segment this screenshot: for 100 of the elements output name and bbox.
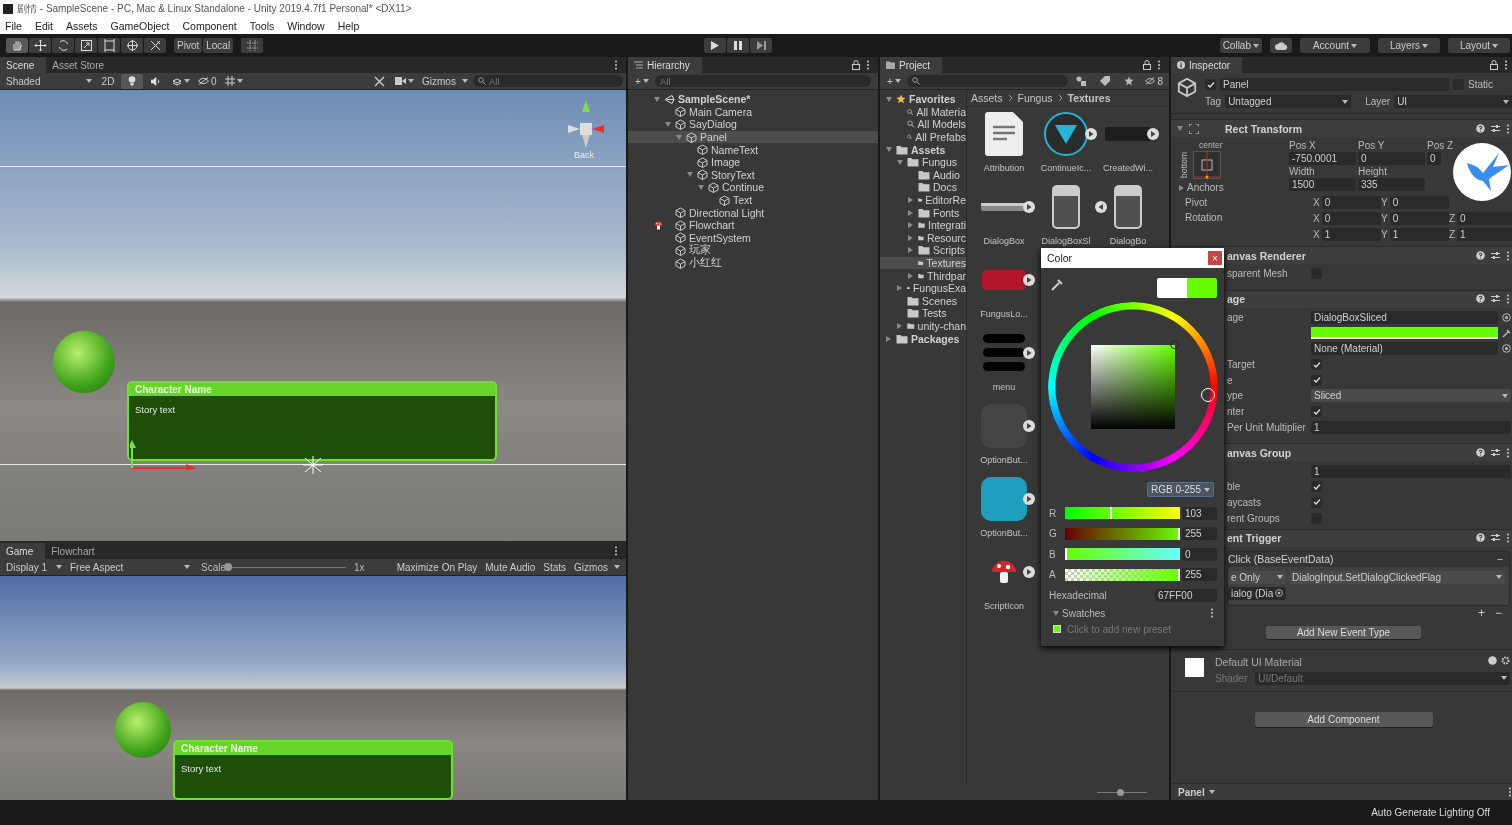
scene-object-row[interactable]: SampleScene* [628,93,878,106]
grid-snap-button[interactable] [241,38,264,53]
more-menu-icon[interactable] [1506,294,1510,305]
project-folder[interactable]: Packages [880,332,966,345]
asset-label[interactable]: OptionBut... [980,455,1028,465]
foldout-arrow-icon[interactable] [653,96,660,102]
scene-object-row[interactable]: NameText [628,143,878,156]
create-dropdown[interactable]: + [631,73,653,89]
scene-object-row[interactable]: EventSystem [628,231,878,245]
number-field[interactable]: -750.0001 [1289,152,1356,165]
tool-button[interactable] [29,38,51,53]
sliders-icon[interactable] [1491,533,1500,543]
asset-label[interactable]: OptionBut... [980,528,1028,538]
target-icon[interactable] [1502,313,1511,323]
more-menu-icon[interactable] [1504,60,1508,70]
remove-entry-button[interactable]: − [1496,553,1503,566]
pause-button[interactable] [727,38,750,53]
sliders-icon[interactable] [1491,447,1500,457]
tool-button[interactable] [6,38,28,53]
help-icon[interactable] [1476,294,1485,304]
remove-button[interactable]: − [1495,605,1502,620]
scene-object-row[interactable]: Panel [628,130,878,144]
aspect-dropdown[interactable]: Free Aspect [67,560,193,574]
foldout-arrow-icon[interactable] [686,172,693,178]
foldout-arrow-icon[interactable] [675,134,682,140]
scene-object-row[interactable]: Continue [628,181,878,194]
play-button[interactable] [704,38,727,53]
slider-thumb[interactable] [224,563,232,571]
layout-button[interactable]: Layout [1448,38,1510,53]
scene-object-row[interactable]: 小红红 [628,256,878,270]
space-button[interactable]: Local [203,38,234,53]
tool-button[interactable] [98,38,120,53]
menu-item[interactable]: File [5,19,22,32]
help-icon[interactable] [1476,123,1485,133]
checkbox[interactable] [1205,79,1216,90]
add-new-event-type-button[interactable]: Add New Event Type [1266,625,1421,639]
more-menu-icon[interactable] [1157,60,1161,70]
number-field[interactable]: 103 [1182,506,1217,520]
step-button[interactable] [750,38,773,53]
help-icon[interactable] [1488,655,1497,665]
foldout-arrow-icon[interactable] [664,122,671,127]
number-field[interactable]: 1 [1321,228,1381,241]
project-folder[interactable]: Resourc [880,231,966,245]
eyedropper-icon[interactable] [1051,278,1064,291]
checkbox[interactable] [1311,496,1322,508]
tool-button[interactable] [52,38,74,53]
saturation-value-square[interactable] [1091,345,1175,429]
foldout-arrow-icon[interactable] [886,335,891,342]
project-folder[interactable]: Thirdpar [880,269,966,282]
shading-dropdown[interactable]: Shaded [3,74,95,88]
foldout-arrow-icon[interactable] [885,147,892,153]
channel-slider[interactable] [1065,568,1180,581]
project-folder[interactable]: Favorites [880,93,966,106]
asset-label[interactable]: CreatedWi... [1103,163,1153,173]
project-folder[interactable]: Docs [880,181,966,194]
dropdown[interactable]: Sliced [1311,389,1511,403]
channel-slider[interactable] [1065,548,1180,561]
project-folder[interactable]: unity-chan [880,319,966,333]
panel-tab[interactable]: Asset Store [46,57,117,73]
number-field[interactable]: 1 [1457,228,1512,241]
more-menu-icon[interactable] [1506,250,1510,261]
zoom-slider[interactable] [1097,788,1147,796]
lighting-toggle[interactable] [121,73,143,89]
menu-item[interactable]: Assets [66,19,98,32]
more-menu-icon[interactable] [614,60,618,70]
tool-button[interactable] [75,38,97,53]
number-field[interactable]: 1 [1311,420,1511,434]
project-folder[interactable]: FungusExa [880,281,966,295]
project-folder[interactable]: All Prefabs [880,130,966,144]
slider-thumb[interactable] [1116,788,1124,796]
tool-button[interactable] [121,38,143,53]
target-icon[interactable] [1502,344,1511,354]
foldout-arrow-icon[interactable] [908,222,913,229]
number-field[interactable]: 0 [1427,152,1441,165]
color-field[interactable] [1311,327,1498,340]
number-field[interactable]: 255 [1182,527,1217,541]
name-field[interactable]: Panel [1220,78,1449,91]
swatches-foldout[interactable]: Swatches [1053,607,1106,619]
asset-label[interactable]: ContinueIc... [1040,163,1092,173]
project-folder[interactable]: Scenes [880,294,966,308]
checkbox[interactable] [1311,374,1322,386]
asset-label[interactable]: DialogBoxSl [1041,236,1091,246]
preview-dropdown[interactable]: Panel [1175,785,1218,799]
number-field[interactable]: 335 [1358,178,1425,191]
tool-button[interactable] [144,38,166,53]
asset-label[interactable]: Attribution [983,163,1025,173]
asset-label[interactable]: ScriptIcon [984,601,1024,611]
hidden-packages-toggle[interactable]: 8 [1142,73,1166,89]
number-field[interactable]: 0 [1389,196,1449,209]
project-folder[interactable]: All Models [880,118,966,131]
eyedropper-icon[interactable] [1502,328,1511,338]
breadcrumb-link[interactable]: Assets [971,92,1003,104]
help-icon[interactable] [1476,250,1485,260]
scene-object-row[interactable]: Text [628,193,878,207]
foldout-arrow-icon[interactable] [908,234,913,241]
account-button[interactable]: Account [1300,38,1370,53]
collab-button[interactable]: Collab [1219,38,1262,53]
number-field[interactable]: 0 [1182,547,1217,561]
foldout-arrow-icon[interactable] [885,96,892,102]
project-folder[interactable]: Assets [880,143,966,156]
